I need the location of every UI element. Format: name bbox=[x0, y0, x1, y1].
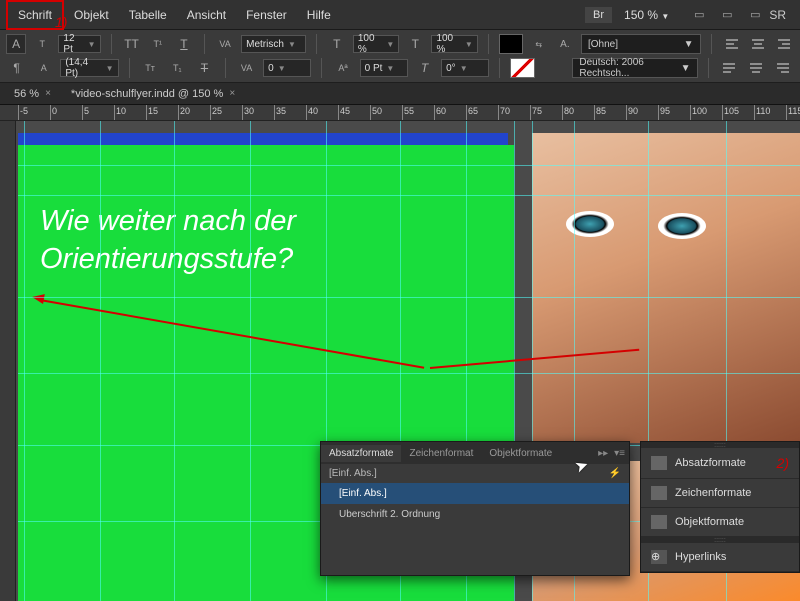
leading-icon: A bbox=[33, 58, 54, 78]
divider bbox=[225, 58, 226, 78]
align-center-icon[interactable] bbox=[748, 34, 768, 54]
object-styles-icon bbox=[651, 515, 667, 529]
photo-child bbox=[532, 133, 800, 443]
paragraph-styles-icon bbox=[651, 456, 667, 470]
fill-swatch[interactable] bbox=[499, 34, 523, 54]
panel-menu-icon[interactable]: ▾≡ bbox=[614, 448, 625, 459]
side-panel-dock[interactable]: :::::: Absatzformate 2) Zeichenformate O… bbox=[640, 441, 800, 573]
stroke-swatch[interactable] bbox=[510, 58, 535, 78]
flash-icon[interactable]: ⚡ bbox=[609, 468, 621, 479]
close-icon[interactable]: × bbox=[45, 88, 51, 99]
style-einf-abs[interactable]: [Einf. Abs.] bbox=[321, 483, 629, 504]
menu-tabelle[interactable]: Tabelle bbox=[119, 2, 177, 28]
align-right-icon[interactable] bbox=[774, 34, 794, 54]
dock-absatzformate[interactable]: Absatzformate 2) bbox=[641, 448, 799, 479]
annotation-1: 1) bbox=[55, 14, 67, 30]
swap-icon[interactable]: ⇆ bbox=[529, 34, 549, 54]
kerning-icon: VA bbox=[215, 34, 235, 54]
vscale-field[interactable]: 100 %▼ bbox=[353, 35, 399, 53]
justify-right-icon[interactable] bbox=[773, 58, 794, 78]
font-size-field[interactable]: 12 Pt▼ bbox=[58, 35, 100, 53]
ruler-horizontal[interactable]: -505101520253035404550556065707580859095… bbox=[0, 105, 800, 121]
char-styles-icon bbox=[651, 486, 667, 500]
hyperlinks-icon: ⊕ bbox=[651, 550, 667, 564]
divider bbox=[111, 34, 112, 54]
superscript-icon[interactable]: T¹ bbox=[148, 34, 168, 54]
workspace-label[interactable]: SR bbox=[769, 8, 794, 22]
baseline-field[interactable]: 0 Pt▼ bbox=[360, 59, 408, 77]
workspace-icon[interactable]: ▭ bbox=[745, 6, 765, 24]
underline-icon[interactable]: T bbox=[174, 34, 194, 54]
hscale-field[interactable]: 100 %▼ bbox=[431, 35, 477, 53]
baseline-icon: Aª bbox=[332, 58, 353, 78]
arrange-icon[interactable]: ▭ bbox=[717, 6, 737, 24]
font-size-icon: T bbox=[32, 34, 52, 54]
charstyle-icon: A. bbox=[555, 34, 575, 54]
divider bbox=[708, 58, 709, 78]
menu-ansicht[interactable]: Ansicht bbox=[177, 2, 236, 28]
smallcaps-icon[interactable]: Tᴛ bbox=[140, 58, 161, 78]
strikethrough-icon[interactable]: T bbox=[194, 58, 215, 78]
headline-text[interactable]: Wie weiter nach der Orientierungsstufe? bbox=[40, 203, 296, 278]
zoom-level[interactable]: 150 % ▼ bbox=[624, 8, 669, 22]
hscale-icon: T bbox=[405, 34, 425, 54]
skew-field[interactable]: 0°▼ bbox=[441, 59, 489, 77]
leading-field[interactable]: (14,4 Pt)▼ bbox=[60, 59, 118, 77]
ruler-vertical[interactable] bbox=[0, 121, 16, 601]
character-mode-icon[interactable]: A bbox=[6, 34, 26, 54]
paragraph-mode-icon[interactable]: ¶ bbox=[6, 58, 27, 78]
divider bbox=[321, 58, 322, 78]
screen-mode-icon[interactable]: ▭ bbox=[689, 6, 709, 24]
panel-tab-zeichen[interactable]: Zeichenformat bbox=[401, 445, 481, 462]
menu-hilfe[interactable]: Hilfe bbox=[297, 2, 341, 28]
dock-hyperlinks[interactable]: ⊕Hyperlinks bbox=[641, 543, 799, 572]
align-left-icon[interactable] bbox=[721, 34, 741, 54]
close-icon[interactable]: × bbox=[229, 88, 235, 99]
panel-tab-objekt[interactable]: Objektformate bbox=[481, 445, 560, 462]
divider bbox=[711, 34, 712, 54]
justify-center-icon[interactable] bbox=[746, 58, 767, 78]
panel-tab-absatz[interactable]: Absatzformate bbox=[321, 445, 401, 462]
divider bbox=[204, 34, 205, 54]
skew-icon: T bbox=[414, 58, 435, 78]
dock-zeichenformate[interactable]: Zeichenformate bbox=[641, 479, 799, 508]
bridge-badge[interactable]: Br bbox=[585, 7, 612, 23]
current-style-label: [Einf. Abs.] bbox=[329, 468, 377, 479]
tracking-field[interactable]: 0▼ bbox=[263, 59, 311, 77]
tracking-icon: VA bbox=[236, 58, 257, 78]
collapse-icon[interactable]: ▸▸ bbox=[598, 448, 608, 459]
subscript-icon[interactable]: T₁ bbox=[167, 58, 188, 78]
blue-bar bbox=[18, 133, 508, 145]
divider bbox=[316, 34, 317, 54]
kerning-field[interactable]: Metrisch▼ bbox=[241, 35, 306, 53]
vscale-icon: T bbox=[327, 34, 347, 54]
allcaps-icon[interactable]: TT bbox=[121, 34, 141, 54]
char-style-field[interactable]: [Ohne]▼ bbox=[581, 34, 701, 54]
language-field[interactable]: Deutsch: 2006 Rechtsch...▼ bbox=[572, 58, 697, 78]
divider bbox=[499, 58, 500, 78]
dock-objektformate[interactable]: Objektformate bbox=[641, 508, 799, 537]
menu-objekt[interactable]: Objekt bbox=[64, 2, 119, 28]
menu-fenster[interactable]: Fenster bbox=[236, 2, 297, 28]
annotation-2: 2) bbox=[777, 455, 789, 471]
doc-tab-1[interactable]: 56 %× bbox=[4, 85, 61, 103]
justify-left-icon[interactable] bbox=[718, 58, 739, 78]
style-uberschrift2[interactable]: Uberschrift 2. Ordnung bbox=[321, 504, 629, 525]
divider bbox=[129, 58, 130, 78]
doc-tab-2[interactable]: *video-schulflyer.indd @ 150 %× bbox=[61, 85, 245, 103]
divider bbox=[488, 34, 489, 54]
